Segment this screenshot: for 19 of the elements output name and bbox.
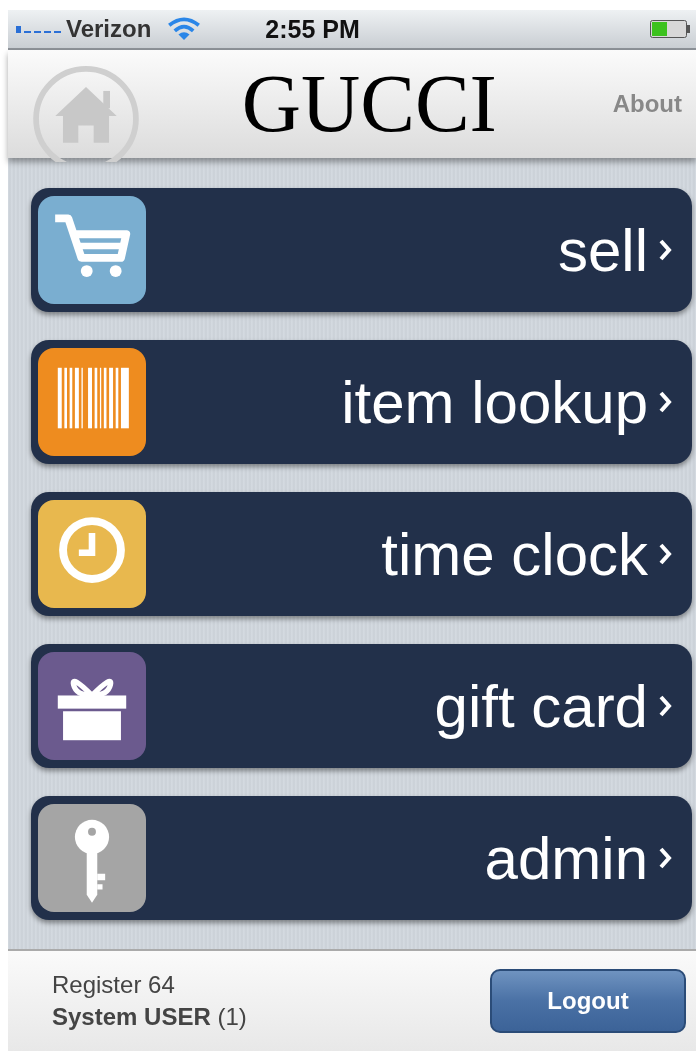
- brand-logo: GUCCI: [240, 57, 498, 151]
- register-label: Register 64: [52, 971, 176, 999]
- menu-button[interactable]: gift card: [31, 644, 692, 768]
- menu-button[interactable]: time clock: [31, 492, 692, 616]
- user-label: System USER (1): [52, 1003, 248, 1031]
- chevron-icon: [658, 390, 672, 414]
- battery-icon: [650, 20, 690, 38]
- signal-icon: [16, 24, 62, 34]
- chevron-icon: [658, 694, 672, 718]
- chevron-icon: [658, 846, 672, 870]
- chevron-icon: [658, 238, 672, 262]
- carrier-name: Verizon: [66, 15, 152, 43]
- menu-button[interactable]: admin: [31, 796, 692, 920]
- clock-time: 2:55 PM: [265, 14, 360, 44]
- wifi-icon: [167, 17, 202, 41]
- menu-button[interactable]: sell: [31, 188, 692, 312]
- logout-button[interactable]: Logout: [490, 969, 686, 1033]
- chevron-icon: [658, 542, 672, 566]
- menu-button[interactable]: item lookup: [31, 340, 692, 464]
